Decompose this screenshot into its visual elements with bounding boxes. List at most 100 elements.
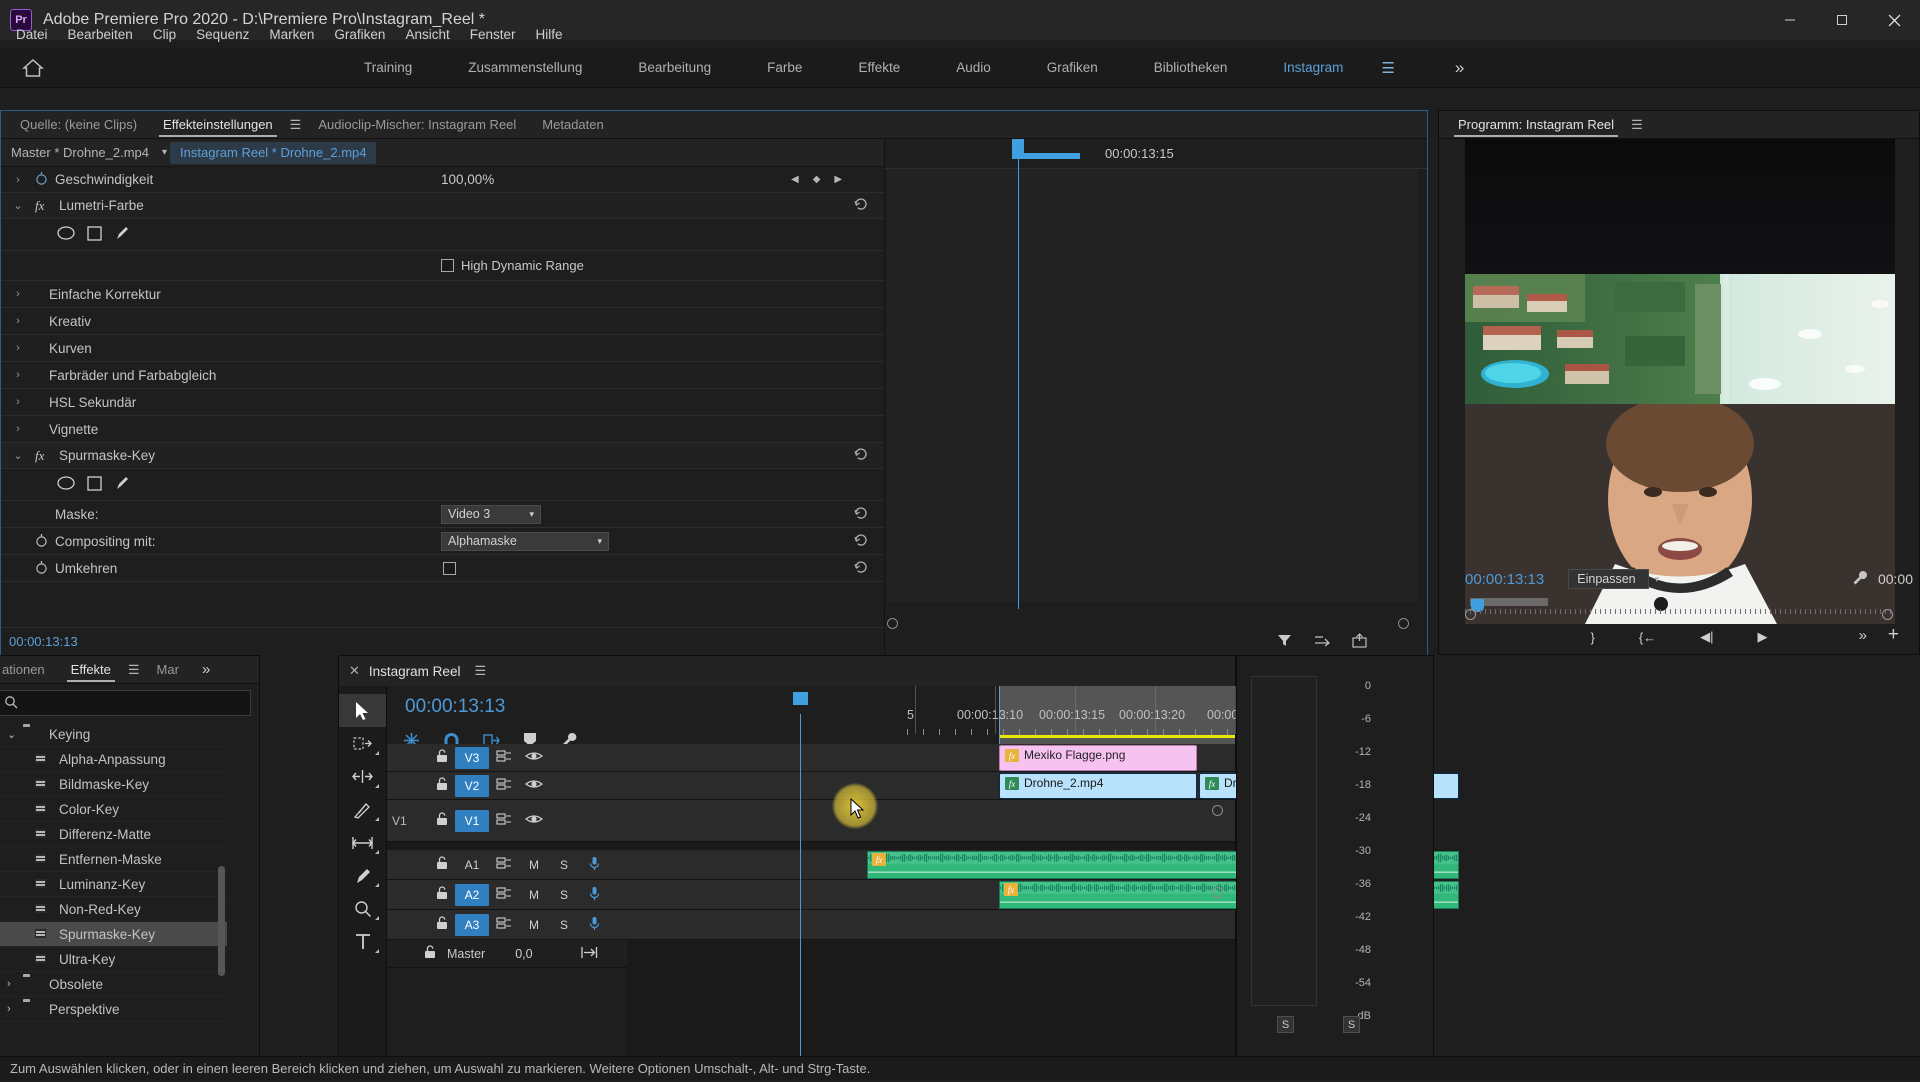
rectangle-mask-icon[interactable] (87, 475, 102, 494)
effect-controls-menu-icon[interactable]: ☰ (286, 117, 306, 133)
tab-marken[interactable]: Mar (144, 656, 192, 683)
add-keyframe-icon[interactable]: ◆ (813, 174, 821, 185)
menu-item-grafiken[interactable]: Grafiken (324, 24, 395, 45)
chevron-down-icon[interactable]: ▾ (159, 147, 170, 158)
pan-icon[interactable] (580, 946, 598, 962)
track-target-v1[interactable]: V1 (455, 809, 489, 832)
twirl-icon[interactable]: › (1, 423, 35, 435)
home-icon[interactable] (20, 55, 46, 81)
eye-icon[interactable] (519, 813, 549, 828)
eye-icon[interactable] (519, 750, 549, 765)
menu-item-datei[interactable]: Datei (6, 24, 58, 45)
zoom-handle-left-icon[interactable] (1465, 609, 1476, 620)
workspace-tab-zusammenstellung[interactable]: Zusammenstellung (440, 60, 610, 75)
mark-in-icon[interactable]: } (1590, 630, 1594, 645)
effects-effect-item[interactable]: Entfernen-Maske (0, 847, 227, 872)
solo-button-left[interactable]: S (1277, 1016, 1294, 1033)
track-header-a3[interactable]: A3 M S (387, 910, 627, 940)
hdr-checkbox-group[interactable]: High Dynamic Range (441, 258, 584, 273)
timeline-playhead[interactable] (793, 692, 808, 1060)
source-track-indicator[interactable]: V1 (392, 814, 407, 828)
effect-timeline-track[interactable] (887, 169, 1417, 601)
track-target-v2[interactable]: V2 (455, 774, 489, 797)
selection-tool-icon[interactable] (339, 694, 386, 727)
timeline-clip[interactable]: fx Drohne_2.mp4 (999, 773, 1197, 799)
param-group-farbr-der-und-farbabgleich[interactable]: › Farbräder und Farbabgleich (1, 362, 884, 389)
lock-icon[interactable] (429, 916, 455, 933)
menu-item-clip[interactable]: Clip (143, 24, 186, 45)
tab-effekteinstellungen[interactable]: Effekteinstellungen (150, 111, 286, 138)
timeline-menu-icon[interactable]: ☰ (470, 663, 490, 679)
program-scrubber[interactable] (1465, 598, 1895, 614)
effects-search-input[interactable] (18, 696, 250, 710)
mute-track-button[interactable]: M (519, 888, 549, 902)
umkehren-checkbox[interactable] (443, 561, 456, 575)
twirl-icon[interactable]: ⌄ (1, 449, 35, 462)
lock-icon[interactable] (417, 945, 443, 962)
menu-item-marken[interactable]: Marken (259, 24, 324, 45)
settings-wrench-icon[interactable] (1852, 570, 1868, 589)
lock-icon[interactable] (429, 886, 455, 903)
effects-search-wrapper[interactable] (0, 690, 251, 716)
reset-effect-icon[interactable] (854, 447, 868, 464)
effects-effect-item[interactable]: Color-Key (0, 797, 227, 822)
twirl-icon[interactable]: › (1, 288, 35, 300)
pen-mask-icon[interactable] (114, 475, 130, 494)
program-monitor-video[interactable] (1465, 139, 1895, 624)
timeline-sequence-name[interactable]: Instagram Reel (369, 664, 461, 679)
tab-programm[interactable]: Programm: Instagram Reel (1445, 111, 1627, 138)
type-tool-icon[interactable] (339, 925, 386, 958)
play-icon[interactable]: ▶ (1758, 629, 1768, 645)
workspace-tab-training[interactable]: Training (336, 60, 440, 75)
chevron-down-icon[interactable]: ⌄ (7, 728, 23, 741)
slip-tool-icon[interactable] (339, 826, 386, 859)
go-to-in-icon[interactable]: {← (1639, 630, 1656, 645)
track-header-a1[interactable]: A1 M S (387, 850, 627, 880)
eye-icon[interactable] (519, 778, 549, 793)
close-icon[interactable]: ✕ (349, 663, 360, 679)
sync-lock-icon[interactable] (489, 856, 519, 873)
zoom-handle-right-icon[interactable] (1882, 609, 1893, 620)
reset-param-icon[interactable] (854, 506, 868, 523)
effects-tree[interactable]: ⌄ Keying Alpha-Anpassung Bildmaske-Key Color… (0, 722, 227, 1082)
track-header-v3[interactable]: V3 (387, 744, 627, 772)
zoom-tool-icon[interactable] (339, 892, 386, 925)
workspace-tab-instagram[interactable]: Instagram (1255, 60, 1371, 75)
sync-lock-icon[interactable] (489, 777, 519, 794)
reset-param-icon[interactable] (854, 533, 868, 550)
workspace-overflow-icon[interactable]: » (1455, 58, 1464, 78)
timeline-vscroll-handle[interactable] (1212, 887, 1223, 898)
effects-panel-overflow-icon[interactable]: » (202, 661, 210, 678)
param-row-geschwindigkeit[interactable]: › Geschwindigkeit 100,00% ◀ ◆ ▶ (1, 167, 884, 193)
param-row-maske[interactable]: Maske: Video 3 ▾ (1, 501, 884, 528)
pen-tool-icon[interactable] (339, 859, 386, 892)
timeline-yellow-bar[interactable] (999, 735, 1235, 738)
param-group-hsl-sekund-r[interactable]: › HSL Sekundär (1, 389, 884, 416)
effects-effect-item[interactable]: Differenz-Matte (0, 822, 227, 847)
solo-track-button[interactable]: S (549, 918, 579, 932)
effects-folder-item[interactable]: ⌄ Keying (0, 722, 227, 747)
menu-item-ansicht[interactable]: Ansicht (395, 24, 459, 45)
track-select-forward-icon[interactable] (339, 727, 386, 760)
menu-item-fenster[interactable]: Fenster (460, 24, 526, 45)
transition-icon[interactable] (1314, 633, 1330, 651)
effects-folder-item[interactable]: › Perspektive (0, 997, 227, 1022)
timeline-clip[interactable]: fx Mexiko Flagge.png (999, 745, 1197, 771)
resize-handle-icon[interactable] (1398, 618, 1409, 629)
workspace-tab-audio[interactable]: Audio (928, 60, 1019, 75)
program-more-icon[interactable]: » (1859, 627, 1867, 644)
timeline-vscroll-handle-top[interactable] (1212, 805, 1223, 816)
timeline-ruler[interactable]: 500:00:13:1000:00:13:1500:00:13:2000:00:… (627, 686, 1372, 744)
effects-effect-item[interactable]: Alpha-Anpassung (0, 747, 227, 772)
reset-param-icon[interactable] (854, 560, 868, 577)
compositing-select[interactable]: Alphamaske ▾ (441, 531, 609, 551)
track-lane-v1[interactable] (627, 800, 1235, 842)
tab-audioclip-mischer[interactable]: Audioclip-Mischer: Instagram Reel (305, 111, 529, 138)
track-header-a2[interactable]: A2 M S (387, 880, 627, 910)
effect-timeline-ruler[interactable]: 00:00:13:15 (885, 139, 1427, 169)
mic-icon[interactable] (579, 886, 609, 904)
param-group-vignette[interactable]: › Vignette (1, 416, 884, 443)
maske-select[interactable]: Video 3 ▾ (441, 504, 541, 524)
effects-effect-item[interactable]: Bildmaske-Key (0, 772, 227, 797)
sync-lock-icon[interactable] (489, 916, 519, 933)
